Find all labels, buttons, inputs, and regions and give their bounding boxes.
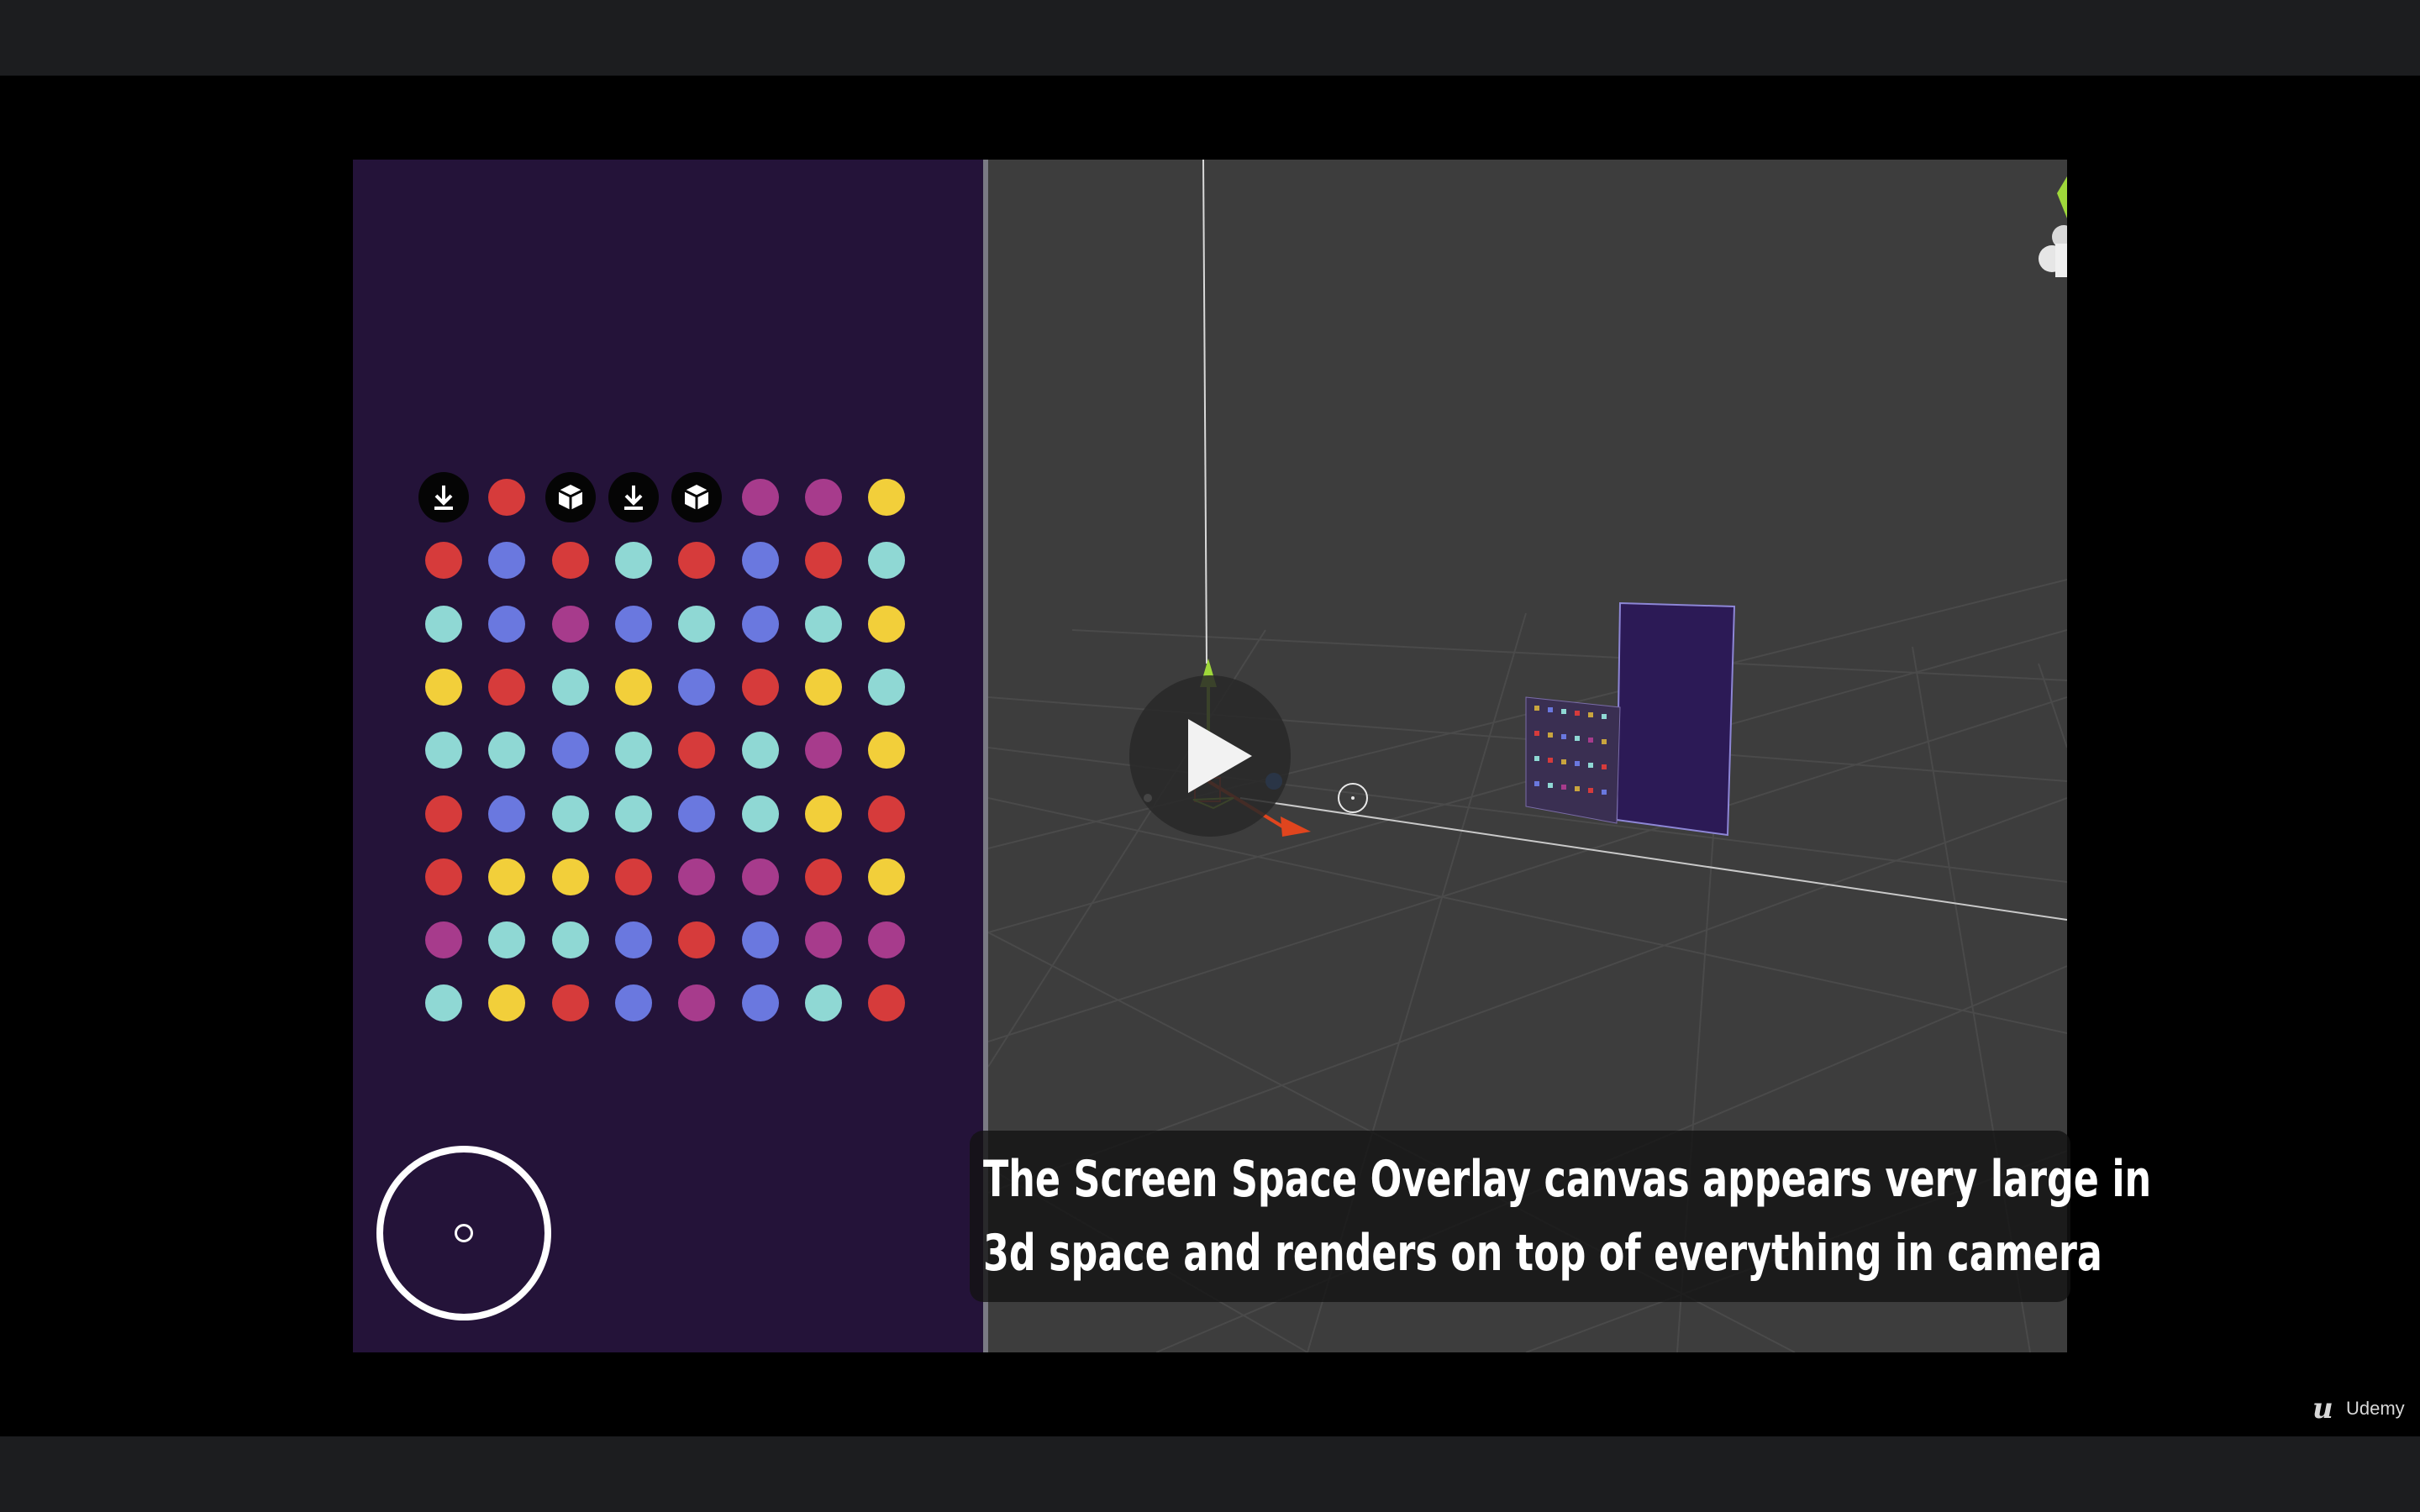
cyan-dot[interactable] [488,921,526,959]
cyan-dot[interactable] [614,795,652,832]
yellow-dot[interactable] [425,668,462,706]
download-icon[interactable] [418,472,469,522]
magenta-dot[interactable] [425,921,462,959]
blue-dot[interactable] [741,605,779,643]
yellow-dot[interactable] [868,479,906,516]
cyan-dot[interactable] [551,921,589,959]
caption-line-1: The Screen Space Overlay canvas appears … [983,1150,2152,1209]
caption-box: The Screen Space Overlay canvas appears … [970,1131,2152,1302]
overlay-canvas-object [1615,601,1736,837]
red-dot[interactable] [678,921,716,959]
udemy-logo-icon: u [2312,1392,2333,1425]
cyan-dot[interactable] [488,732,526,769]
red-dot[interactable] [868,795,906,832]
magenta-dot[interactable] [741,858,779,895]
top-bar [0,0,2420,76]
cyan-dot[interactable] [551,795,589,832]
cyan-dot[interactable] [804,984,842,1022]
bottom-bar [0,1436,2420,1512]
box-icon[interactable] [544,472,596,522]
red-dot[interactable] [425,542,462,580]
magenta-dot[interactable] [804,732,842,769]
yellow-dot[interactable] [868,605,906,643]
yellow-dot[interactable] [551,858,589,895]
grid-object [1525,696,1621,824]
cyan-dot[interactable] [678,605,716,643]
blue-dot[interactable] [614,984,652,1022]
game-view [353,160,986,1352]
red-dot[interactable] [678,542,716,580]
blue-dot[interactable] [678,795,716,832]
red-dot[interactable] [425,795,462,832]
red-dot[interactable] [614,858,652,895]
red-dot[interactable] [741,668,779,706]
blue-dot[interactable] [488,542,526,580]
blue-dot[interactable] [551,732,589,769]
magenta-dot[interactable] [551,605,589,643]
red-dot[interactable] [551,542,589,580]
cyan-dot[interactable] [868,668,906,706]
yellow-dot[interactable] [614,668,652,706]
yellow-dot[interactable] [868,858,906,895]
red-dot[interactable] [488,479,526,516]
red-dot[interactable] [678,732,716,769]
blue-dot[interactable] [488,795,526,832]
blue-dot[interactable] [678,668,716,706]
yellow-dot[interactable] [868,732,906,769]
red-dot[interactable] [488,668,526,706]
cyan-dot[interactable] [614,732,652,769]
yellow-dot[interactable] [488,984,526,1022]
yellow-dot[interactable] [488,858,526,895]
play-icon [1188,719,1252,793]
cyan-dot[interactable] [868,542,906,580]
yellow-dot[interactable] [804,795,842,832]
red-dot[interactable] [425,858,462,895]
play-button[interactable] [1129,675,1291,837]
cyan-dot[interactable] [741,795,779,832]
download-icon[interactable] [608,472,659,522]
udemy-watermark: u Udemy [2312,1394,2413,1423]
joystick-icon [376,1146,551,1320]
scene-gizmo-icon[interactable] [2039,176,2067,277]
red-dot[interactable] [551,984,589,1022]
cyan-dot[interactable] [804,605,842,643]
watermark-text: Udemy [2346,1398,2405,1419]
cyan-dot[interactable] [551,668,589,706]
caption-line-2: 3d space and renders on top of everythin… [983,1224,2102,1283]
joystick-knob [455,1224,473,1242]
cyan-dot[interactable] [425,732,462,769]
magenta-dot[interactable] [868,921,906,959]
blue-dot[interactable] [614,605,652,643]
box-icon[interactable] [671,472,723,522]
magenta-dot[interactable] [804,479,842,516]
yellow-dot[interactable] [804,668,842,706]
red-dot[interactable] [804,858,842,895]
y-axis-line [1202,160,1207,664]
cyan-dot[interactable] [614,542,652,580]
cyan-dot[interactable] [425,984,462,1022]
magenta-dot[interactable] [741,479,779,516]
blue-dot[interactable] [741,921,779,959]
magenta-dot[interactable] [678,984,716,1022]
blue-dot[interactable] [488,605,526,643]
blue-dot[interactable] [741,542,779,580]
magenta-dot[interactable] [804,921,842,959]
blue-dot[interactable] [614,921,652,959]
red-dot[interactable] [868,984,906,1022]
cyan-dot[interactable] [425,605,462,643]
blue-dot[interactable] [741,984,779,1022]
magenta-dot[interactable] [678,858,716,895]
red-dot[interactable] [804,542,842,580]
cyan-dot[interactable] [741,732,779,769]
